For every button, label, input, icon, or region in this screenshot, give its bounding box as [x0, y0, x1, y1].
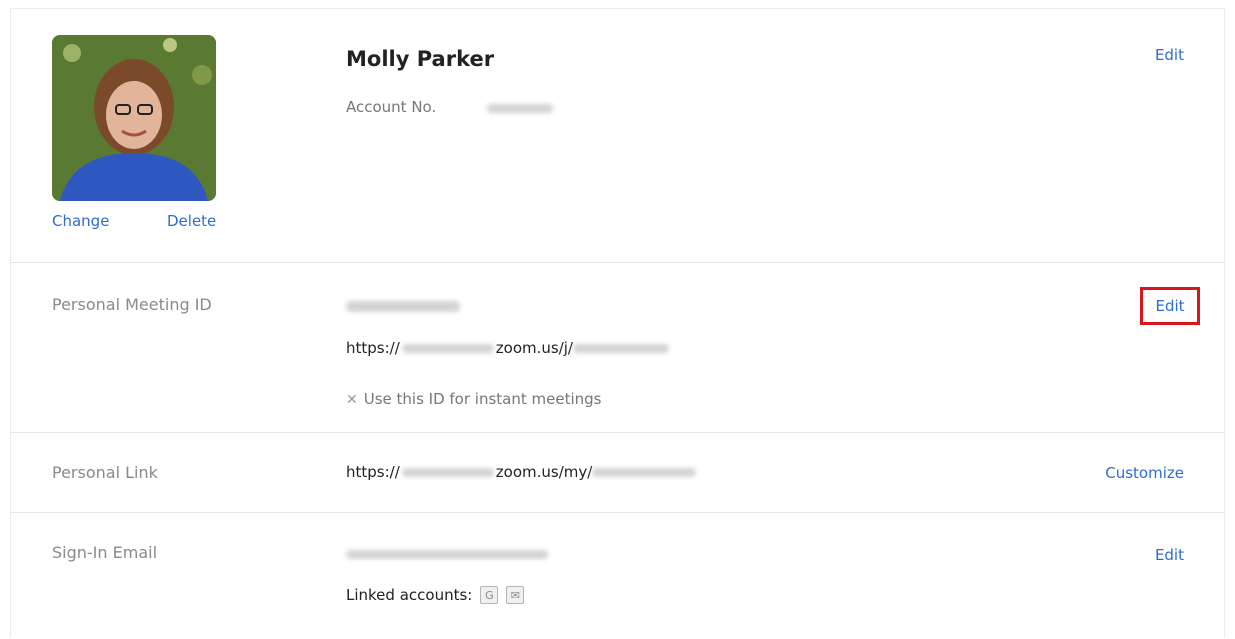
mail-icon[interactable]: ✉	[506, 586, 525, 604]
delete-photo-link[interactable]: Delete	[167, 212, 216, 230]
personal-meeting-id-section: Personal Meeting ID https:// zoom.us/j/ ✕…	[11, 263, 1224, 433]
personal-meeting-id-value	[346, 301, 460, 312]
edit-profile-link[interactable]: Edit	[1155, 46, 1184, 64]
customize-link[interactable]: Customize	[1105, 464, 1184, 482]
personal-link-label: Personal Link	[52, 463, 158, 482]
edit-email-link[interactable]: Edit	[1155, 546, 1184, 564]
account-number-value	[487, 104, 553, 113]
linked-accounts-label: Linked accounts:	[346, 586, 473, 604]
edit-pmi-highlight: Edit	[1140, 287, 1200, 325]
account-number-label: Account No.	[346, 98, 437, 116]
sign-in-email-value	[346, 550, 548, 559]
personal-link-domain: zoom.us/my/	[495, 463, 593, 481]
avatar	[52, 35, 216, 201]
sign-in-email-section: Sign-In Email Linked accounts: G ✉ Edit	[11, 513, 1224, 639]
pmi-url-subdomain	[401, 344, 494, 353]
pmi-url-id	[573, 344, 669, 353]
profile-name: Molly Parker	[346, 47, 495, 71]
google-icon[interactable]: G	[480, 586, 499, 604]
personal-link-url: https:// zoom.us/my/	[346, 463, 697, 481]
linked-accounts: Linked accounts: G ✉	[346, 586, 525, 604]
personal-link-section: Personal Link https:// zoom.us/my/ Custom…	[11, 433, 1224, 513]
personal-link-prefix: https://	[346, 463, 400, 481]
personal-link-subdomain	[401, 468, 494, 477]
edit-pmi-link[interactable]: Edit	[1155, 297, 1184, 315]
profile-card: Change Delete Molly Parker Account No. E…	[10, 8, 1225, 638]
instant-meetings-label: Use this ID for instant meetings	[363, 390, 602, 408]
profile-section: Change Delete Molly Parker Account No. E…	[11, 9, 1224, 263]
instant-meetings-option[interactable]: ✕ Use this ID for instant meetings	[346, 390, 601, 408]
sign-in-email-label: Sign-In Email	[52, 543, 158, 562]
personal-meeting-id-label: Personal Meeting ID	[52, 295, 212, 314]
close-icon: ✕	[346, 392, 358, 408]
personal-link-name	[592, 468, 697, 477]
pmi-url-prefix: https://	[346, 339, 400, 357]
pmi-url-domain: zoom.us/j/	[495, 339, 573, 357]
change-photo-link[interactable]: Change	[52, 212, 109, 230]
personal-meeting-url: https:// zoom.us/j/	[346, 339, 669, 357]
